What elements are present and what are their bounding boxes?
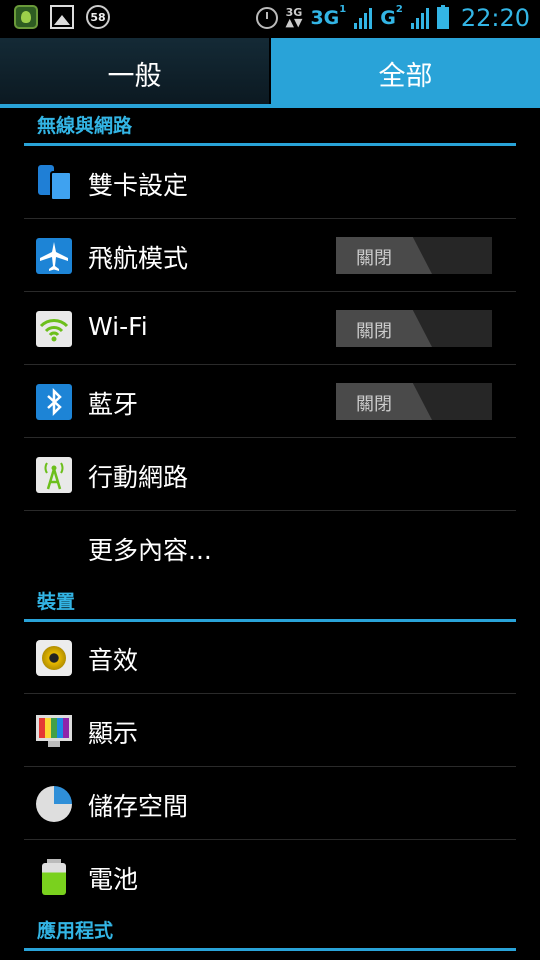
gallery-icon bbox=[50, 5, 74, 29]
bluetooth-toggle[interactable]: 關閉 bbox=[336, 383, 492, 420]
setting-label: 藍牙 bbox=[88, 390, 139, 419]
setting-label: 音效 bbox=[88, 646, 139, 675]
sound-icon bbox=[36, 640, 72, 676]
setting-label: 更多內容... bbox=[88, 536, 212, 565]
setting-label: 儲存空間 bbox=[88, 792, 189, 821]
toggle-label: 關閉 bbox=[356, 321, 392, 342]
airplane-icon bbox=[36, 238, 72, 274]
network-type-1: 3G bbox=[310, 7, 340, 29]
setting-label: Wi-Fi bbox=[88, 312, 148, 341]
setting-battery[interactable]: 電池 bbox=[24, 840, 516, 913]
bug-app-icon bbox=[14, 5, 38, 29]
dual-sim-icon bbox=[36, 165, 72, 201]
section-header-apps: 應用程式 bbox=[24, 918, 516, 951]
tab-bar: 一般 全部 bbox=[0, 38, 540, 108]
tab-indicator bbox=[0, 104, 540, 108]
mobile-network-icon bbox=[36, 457, 72, 493]
sim-1-label: 1 bbox=[339, 4, 347, 15]
notification-icons: 58 bbox=[14, 5, 110, 29]
network-small-indicator: 3G ▲▼ bbox=[285, 6, 303, 29]
section-title-device: 裝置 bbox=[37, 591, 76, 613]
battery-status-icon bbox=[436, 5, 449, 29]
sim-2-label: 2 bbox=[395, 4, 403, 15]
signal-icon bbox=[354, 7, 373, 29]
setting-display[interactable]: 顯示 bbox=[24, 694, 516, 767]
wifi-toggle[interactable]: 關閉 bbox=[336, 310, 492, 347]
setting-wifi[interactable]: Wi-Fi 關閉 bbox=[24, 292, 516, 365]
display-icon bbox=[36, 713, 72, 749]
section-title-apps: 應用程式 bbox=[37, 920, 114, 942]
tab-general[interactable]: 一般 bbox=[0, 38, 271, 108]
storage-icon bbox=[36, 786, 72, 822]
setting-label: 顯示 bbox=[88, 719, 139, 748]
setting-sound[interactable]: 音效 bbox=[24, 621, 516, 694]
setting-label: 雙卡設定 bbox=[88, 171, 189, 200]
network-type-2: G bbox=[380, 7, 396, 29]
wifi-icon bbox=[36, 311, 72, 347]
setting-label: 電池 bbox=[88, 865, 139, 894]
setting-more[interactable]: 更多內容... bbox=[24, 511, 516, 584]
signal-icon-2 bbox=[410, 7, 429, 29]
battery-icon bbox=[36, 859, 72, 895]
status-bar: 58 3G ▲▼ 3G 1 G 2 22:20 bbox=[0, 0, 540, 38]
notification-badge: 58 bbox=[86, 5, 110, 29]
section-header-device: 裝置 bbox=[24, 589, 516, 622]
system-icons: 3G ▲▼ 3G 1 G 2 22:20 bbox=[255, 4, 530, 32]
section-header-wireless: 無線與網路 bbox=[24, 113, 516, 146]
setting-storage[interactable]: 儲存空間 bbox=[24, 767, 516, 840]
clock: 22:20 bbox=[460, 4, 530, 32]
alarm-icon bbox=[255, 7, 278, 29]
setting-airplane-mode[interactable]: 飛航模式 關閉 bbox=[24, 219, 516, 292]
setting-bluetooth[interactable]: 藍牙 關閉 bbox=[24, 365, 516, 438]
setting-mobile-network[interactable]: 行動網路 bbox=[24, 438, 516, 511]
setting-label: 飛航模式 bbox=[88, 244, 189, 273]
setting-label: 行動網路 bbox=[88, 463, 189, 492]
toggle-label: 關閉 bbox=[356, 394, 392, 415]
section-title-wireless: 無線與網路 bbox=[37, 115, 133, 137]
setting-dual-sim[interactable]: 雙卡設定 bbox=[24, 146, 516, 219]
bluetooth-icon bbox=[36, 384, 72, 420]
airplane-toggle[interactable]: 關閉 bbox=[336, 237, 492, 274]
toggle-label: 關閉 bbox=[356, 248, 392, 269]
tab-all[interactable]: 全部 bbox=[271, 38, 540, 108]
